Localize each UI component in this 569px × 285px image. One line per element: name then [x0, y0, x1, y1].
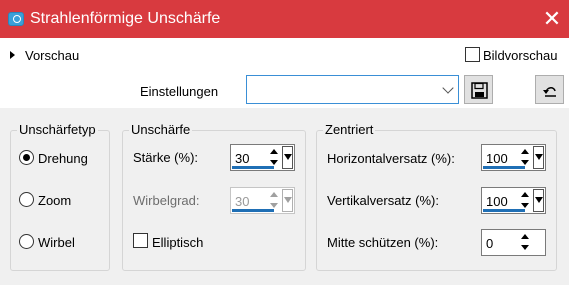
h-offset-spinner[interactable]	[518, 147, 532, 168]
v-offset-spinner[interactable]	[518, 190, 532, 211]
reset-button[interactable]	[535, 75, 564, 104]
window-title: Strahlenförmige Unschärfe	[30, 10, 221, 27]
floppy-disk-icon	[471, 82, 488, 99]
title-bar: Strahlenförmige Unschärfe ✕	[0, 0, 569, 38]
blur-title: Unschärfe	[129, 122, 193, 137]
settings-label: Einstellungen	[140, 84, 219, 99]
h-offset-slider-dropdown[interactable]	[533, 146, 544, 169]
spin-down-icon[interactable]	[270, 203, 278, 208]
swirl-spinbox[interactable]: 30	[230, 187, 295, 214]
app-camera-icon	[8, 12, 24, 26]
spin-up-icon[interactable]	[270, 192, 278, 197]
radio-wirbel[interactable]	[19, 234, 34, 249]
v-offset-slider-dropdown[interactable]	[533, 189, 544, 212]
protect-center-spinner[interactable]	[518, 232, 532, 253]
spin-up-icon[interactable]	[270, 149, 278, 154]
radio-zoom-label[interactable]: Zoom	[38, 193, 71, 208]
radio-zoom[interactable]	[19, 192, 34, 207]
h-offset-value[interactable]: 100	[486, 151, 508, 166]
chevron-down-icon[interactable]	[442, 82, 454, 94]
v-offset-label: Vertikalversatz (%):	[327, 193, 439, 208]
swirl-value[interactable]: 30	[235, 194, 249, 209]
reset-arrow-icon	[543, 87, 556, 97]
close-button[interactable]: ✕	[538, 6, 566, 32]
elliptic-label[interactable]: Elliptisch	[152, 235, 203, 250]
spin-down-icon[interactable]	[270, 160, 278, 165]
spin-up-icon[interactable]	[521, 192, 529, 197]
preview-toggle-label[interactable]: Vorschau	[25, 48, 79, 63]
swirl-slider-dropdown[interactable]	[282, 189, 293, 212]
h-offset-spinbox[interactable]: 100	[481, 144, 546, 171]
spin-up-icon[interactable]	[521, 149, 529, 154]
strength-slider-dropdown[interactable]	[282, 146, 293, 169]
v-offset-spinbox[interactable]: 100	[481, 187, 546, 214]
spin-up-icon[interactable]	[521, 234, 529, 239]
protect-center-spinbox[interactable]: 0	[481, 229, 546, 256]
center-title: Zentriert	[323, 122, 376, 137]
spin-down-icon[interactable]	[521, 203, 529, 208]
strength-spinbox[interactable]: 30	[230, 144, 295, 171]
v-offset-value[interactable]: 100	[486, 194, 508, 209]
blur-type-title: Unschärfetyp	[17, 122, 98, 137]
bildvorschau-checkbox[interactable]	[465, 47, 480, 62]
radio-drehung-label[interactable]: Drehung	[38, 151, 88, 166]
elliptic-checkbox[interactable]	[133, 233, 148, 248]
swirl-spinner[interactable]	[267, 190, 281, 211]
strength-spinner[interactable]	[267, 147, 281, 168]
spin-down-icon[interactable]	[521, 160, 529, 165]
radio-wirbel-label[interactable]: Wirbel	[38, 235, 75, 250]
strength-label: Stärke (%):	[133, 150, 199, 165]
protect-center-value[interactable]: 0	[486, 236, 493, 251]
spin-down-icon[interactable]	[521, 245, 529, 250]
radio-drehung[interactable]	[19, 150, 34, 165]
swirl-label: Wirbelgrad:	[133, 193, 200, 208]
settings-select[interactable]	[246, 75, 459, 104]
expand-arrow-icon[interactable]	[10, 51, 15, 59]
protect-center-label: Mitte schützen (%):	[327, 235, 439, 250]
strength-value[interactable]: 30	[235, 151, 249, 166]
bildvorschau-label[interactable]: Bildvorschau	[483, 48, 557, 63]
h-offset-label: Horizontalversatz (%):	[327, 151, 455, 166]
save-preset-button[interactable]	[464, 75, 493, 104]
